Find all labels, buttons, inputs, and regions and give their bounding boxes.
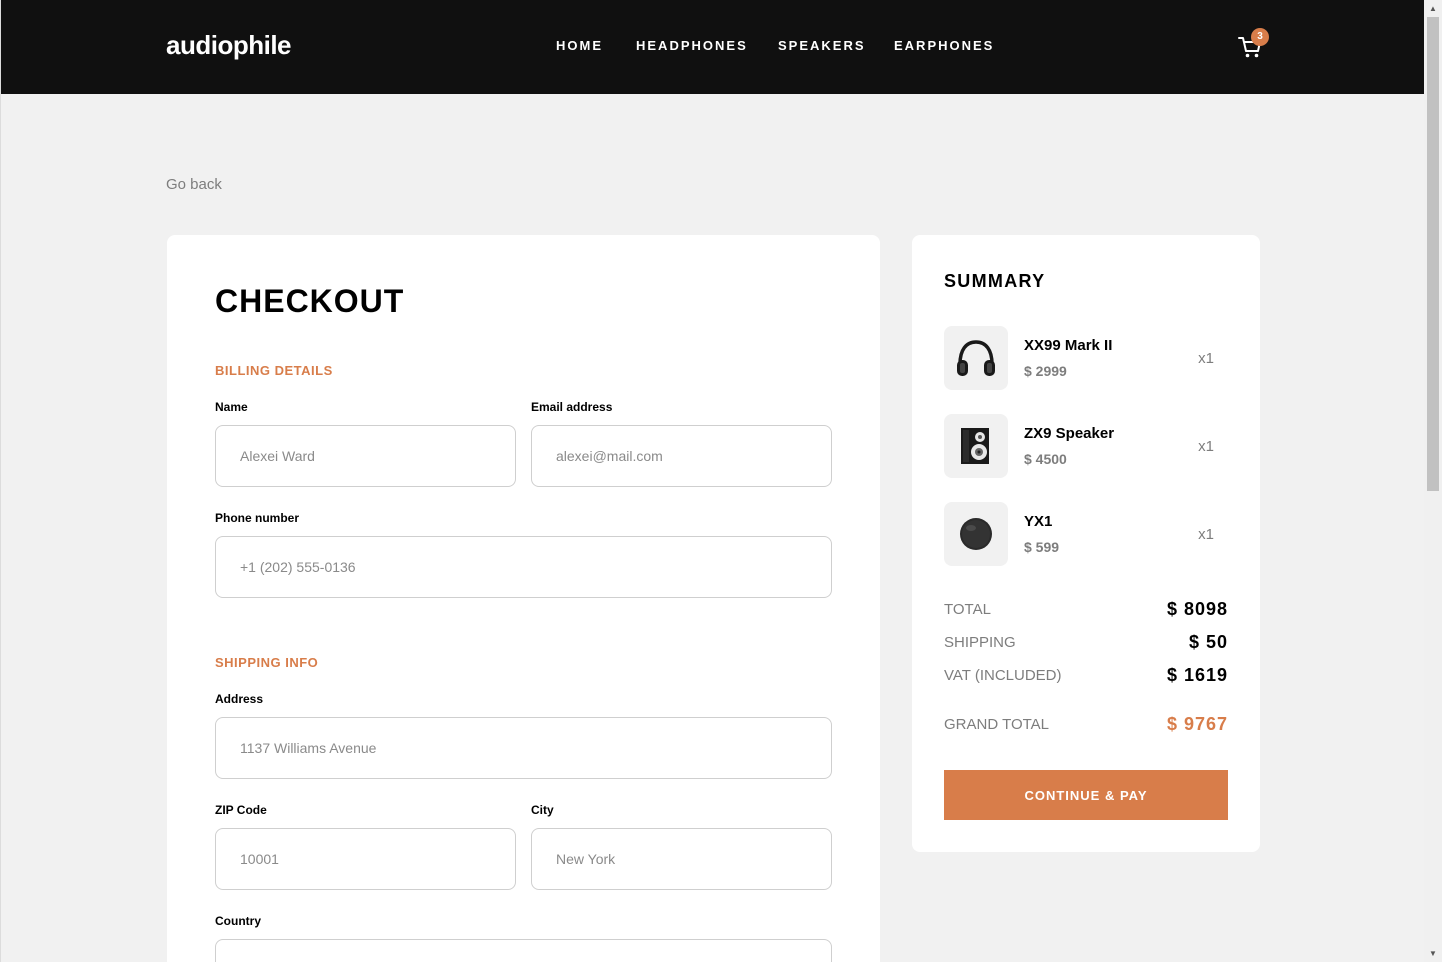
cart-count-badge: 3 [1251,28,1269,46]
grand-total-label: GRAND TOTAL [944,716,1050,733]
shipping-value: $ 50 [1188,632,1228,652]
continue-and-pay-button[interactable]: CONTINUE & PAY [944,770,1228,820]
earphones-icon [944,502,1008,566]
grand-total-row: GRAND TOTAL $ 9767 [944,714,1228,736]
address-label: Address [215,692,264,706]
zip-label: ZIP Code [215,803,267,817]
email-field[interactable] [531,425,832,487]
scroll-down-arrow-icon[interactable]: ▼ [1424,945,1442,962]
vertical-scrollbar[interactable]: ▲ ▼ [1424,0,1442,962]
top-navigation-bar: audiophile HOME HEADPHONES SPEAKERS EARP… [1,0,1424,94]
vat-value: $ 1619 [1166,665,1228,685]
scrollbar-thumb[interactable] [1427,17,1439,491]
city-field[interactable] [531,828,832,890]
item-quantity: x1 [1198,438,1214,455]
address-field[interactable] [215,717,832,779]
summary-title: SUMMARY [944,271,1046,291]
name-label: Name [215,400,248,414]
nav-earphones-link[interactable]: EARPHONES [894,38,994,53]
site-logo[interactable]: audiophile [166,30,292,61]
checkout-form-card: CHECKOUT BILLING DETAILS Name Email addr… [167,235,880,962]
headphones-icon [944,326,1008,390]
item-name: YX1 [1024,513,1053,530]
checkout-title: CHECKOUT [215,283,405,319]
shipping-label: SHIPPING [944,634,1016,651]
scroll-up-arrow-icon[interactable]: ▲ [1424,0,1442,17]
item-price: $ 2999 [1024,363,1067,379]
shipping-row: SHIPPING $ 50 [944,632,1228,654]
summary-item: YX1 $ 599 x1 [944,502,1228,566]
total-label: TOTAL [944,601,991,618]
page-viewport: audiophile HOME HEADPHONES SPEAKERS EARP… [0,0,1424,962]
summary-item: XX99 Mark II $ 2999 x1 [944,326,1228,390]
summary-item: ZX9 Speaker $ 4500 x1 [944,414,1228,478]
go-back-link[interactable]: Go back [166,176,222,193]
item-price: $ 4500 [1024,451,1067,467]
nav-headphones-link[interactable]: HEADPHONES [636,38,748,53]
city-label: City [531,803,554,817]
item-name: ZX9 Speaker [1024,425,1115,442]
zip-code-field[interactable] [215,828,516,890]
vat-label: VAT (INCLUDED) [944,667,1062,684]
nav-speakers-link[interactable]: SPEAKERS [778,38,866,53]
name-field[interactable] [215,425,516,487]
total-row: TOTAL $ 8098 [944,599,1228,621]
item-quantity: x1 [1198,526,1214,543]
country-label: Country [215,914,261,928]
billing-details-heading: BILLING DETAILS [215,363,333,378]
speaker-icon [944,414,1008,478]
phone-field[interactable] [215,536,832,598]
nav-home-link[interactable]: HOME [556,38,603,53]
order-summary-card: SUMMARY XX99 Mark II $ 2999 x1 ZX9 Speak… [912,235,1260,852]
item-price: $ 599 [1024,539,1060,555]
vat-row: VAT (INCLUDED) $ 1619 [944,665,1228,687]
shipping-info-heading: SHIPPING INFO [215,655,319,670]
grand-total-value: $ 9767 [1166,714,1228,734]
total-value: $ 8098 [1166,599,1228,619]
phone-label: Phone number [215,511,300,525]
item-quantity: x1 [1198,350,1214,367]
item-name: XX99 Mark II [1024,337,1113,354]
email-label: Email address [531,400,613,414]
country-field[interactable] [215,939,832,962]
